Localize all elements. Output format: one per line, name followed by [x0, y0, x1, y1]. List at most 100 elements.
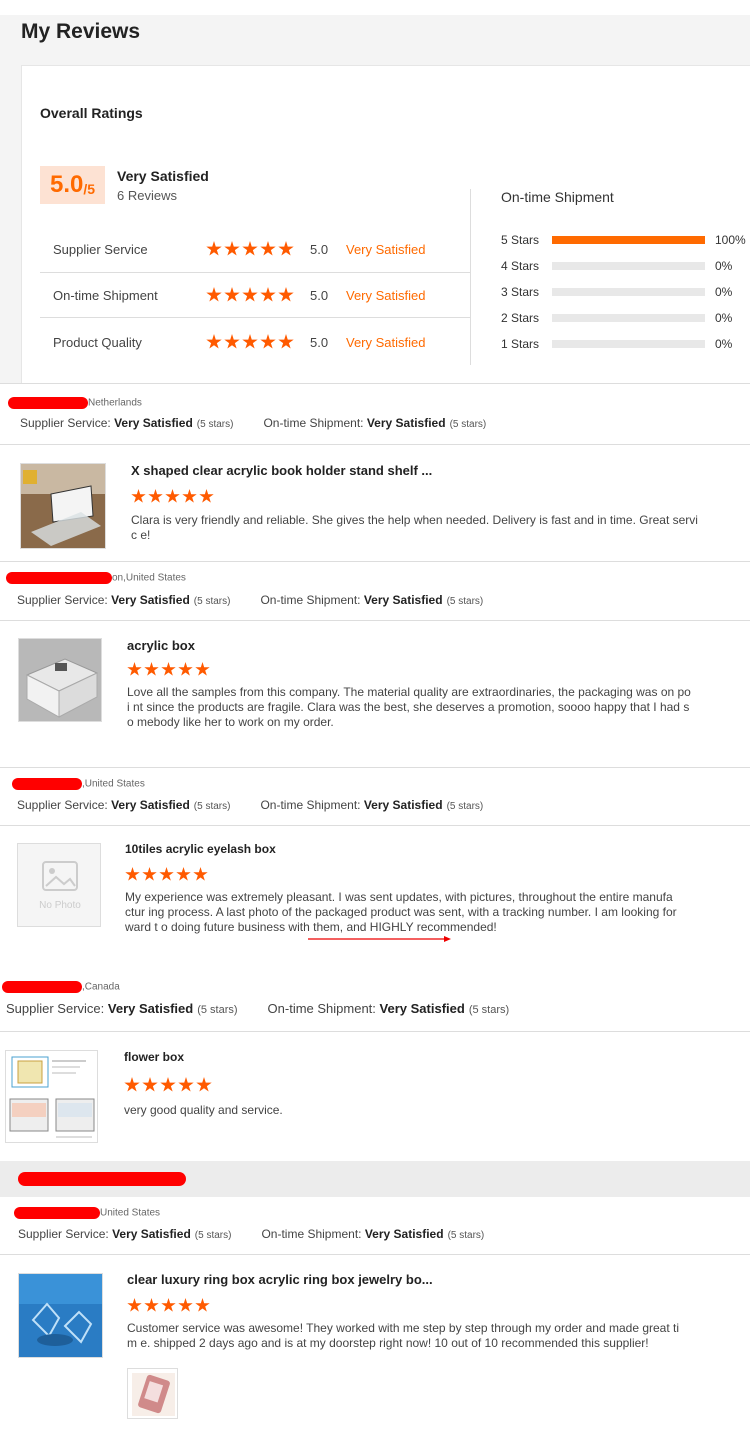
review-meta: Supplier Service: Very Satisfied (5 stars… [6, 1001, 509, 1016]
category-row-supplier-service: Supplier Service 5.0 Very Satisfied [40, 226, 470, 272]
product-title[interactable]: clear luxury ring box acrylic ring box j… [127, 1272, 433, 1287]
star-icon [206, 287, 222, 302]
meta-value: Very Satisfied [111, 593, 190, 607]
reviewer-location: Netherlands [88, 397, 142, 409]
distribution-bar [552, 314, 705, 322]
distribution-percent: 100% [715, 233, 746, 247]
category-name: Product Quality [53, 334, 142, 350]
distribution-row: 1 Stars 0% [501, 337, 732, 351]
divider [0, 825, 750, 826]
redacted-name [8, 397, 88, 409]
reviewer-location: ,Canada [82, 981, 120, 993]
distribution-row: 3 Stars 0% [501, 285, 732, 299]
meta-value: Very Satisfied [114, 416, 193, 430]
distribution-label: 4 Stars [501, 259, 540, 273]
star-icon [206, 241, 222, 256]
star-icon [195, 662, 210, 676]
meta-stars: (5 stars) [446, 801, 484, 812]
star-icon [196, 1077, 212, 1092]
star-rating [131, 489, 214, 504]
star-rating [125, 867, 208, 882]
review-text: Love all the samples from this company. … [127, 685, 691, 729]
no-photo-label: No Photo [39, 900, 81, 911]
reviewer-info: ,Canada [2, 981, 120, 993]
category-label: Very Satisfied [346, 287, 426, 303]
product-thumbnail[interactable] [20, 463, 106, 549]
overall-score-label: Very Satisfied [117, 168, 209, 184]
overall-ratings-title: Overall Ratings [40, 105, 143, 121]
distribution-percent: 0% [715, 259, 733, 273]
distribution-row: 5 Stars 100% [501, 233, 746, 247]
product-thumbnail[interactable] [5, 1050, 98, 1143]
star-icon [161, 662, 176, 676]
meta-label: Supplier Service: [6, 1001, 105, 1016]
review-item: on,United States Supplier Service: Very … [0, 561, 750, 767]
product-thumbnail[interactable] [18, 638, 102, 722]
distribution-label: 2 Stars [501, 311, 540, 325]
reviewer-location: on,United States [112, 572, 186, 584]
meta-label: On-time Shipment: [267, 1001, 376, 1016]
meta-label: On-time Shipment: [263, 416, 364, 430]
distribution-bar [552, 262, 705, 270]
product-title[interactable]: flower box [124, 1050, 184, 1064]
vertical-divider [470, 189, 471, 365]
star-icon [124, 1077, 140, 1092]
distribution-bar [552, 288, 705, 296]
review-meta: Supplier Service: Very Satisfied (5 stars… [18, 1227, 484, 1241]
distribution-row: 4 Stars 0% [501, 259, 732, 273]
category-label: Very Satisfied [346, 241, 426, 257]
meta-label: On-time Shipment: [261, 1227, 362, 1241]
product-title[interactable]: 10tiles acrylic eyelash box [125, 842, 276, 856]
star-rating [127, 1298, 210, 1313]
category-label: Very Satisfied [346, 334, 426, 350]
review-meta: Supplier Service: Very Satisfied (5 stars… [20, 416, 486, 430]
product-title[interactable]: acrylic box [127, 638, 195, 653]
meta-stars: (5 stars) [447, 1230, 485, 1241]
star-icon [178, 1298, 193, 1312]
divider [0, 767, 750, 768]
star-icon [260, 334, 276, 349]
star-icon [144, 1298, 159, 1312]
review-photo[interactable] [127, 1368, 178, 1419]
meta-label: Supplier Service: [20, 416, 111, 430]
product-title[interactable]: X shaped clear acrylic book holder stand… [131, 463, 432, 478]
redacted-company-name [18, 1172, 186, 1186]
distribution-percent: 0% [715, 285, 733, 299]
category-row-on-time-shipment[interactable]: On-time Shipment 5.0 Very Satisfied [40, 272, 470, 318]
meta-label: On-time Shipment: [260, 593, 361, 607]
star-icon [278, 241, 294, 256]
meta-value: Very Satisfied [363, 593, 443, 607]
review-text: My experience was extremely pleasant. I … [125, 890, 677, 934]
reviewer-location: United States [100, 1207, 161, 1219]
product-thumbnail[interactable] [18, 1273, 103, 1358]
reviewer-info: on,United States [6, 572, 186, 584]
category-score: 5.0 [310, 287, 329, 303]
divider [0, 1254, 750, 1255]
ring-box-image [19, 1274, 102, 1357]
redacted-name [2, 981, 82, 993]
overall-ratings-card: Overall Ratings 5.0 /5 Very Satisfied 6 … [21, 65, 750, 383]
review-photo-image [132, 1373, 175, 1416]
meta-value: Very Satisfied [112, 1227, 191, 1241]
meta-value: Very Satisfied [379, 1001, 465, 1016]
review-item: Netherlands Supplier Service: Very Satis… [0, 383, 750, 561]
star-icon [142, 1077, 158, 1092]
star-icon [165, 489, 180, 503]
star-rating [206, 334, 294, 350]
star-icon [127, 662, 142, 676]
star-icon [160, 1077, 176, 1092]
redacted-name [14, 1207, 100, 1219]
review-item: ,United States Supplier Service: Very Sa… [0, 767, 750, 972]
product-thumbnail[interactable]: No Photo [17, 843, 101, 927]
reviewer-info: Netherlands [8, 397, 142, 409]
star-icon [182, 489, 197, 503]
page-title: My Reviews [21, 20, 141, 43]
meta-stars: (5 stars) [449, 419, 487, 430]
distribution-title: On-time Shipment [501, 189, 614, 205]
flower-box-drawing-image [9, 1056, 95, 1138]
star-rating [206, 241, 294, 257]
star-icon [127, 1298, 142, 1312]
star-icon [224, 334, 240, 349]
star-icon [242, 241, 258, 256]
overall-score-max: /5 [83, 181, 96, 197]
